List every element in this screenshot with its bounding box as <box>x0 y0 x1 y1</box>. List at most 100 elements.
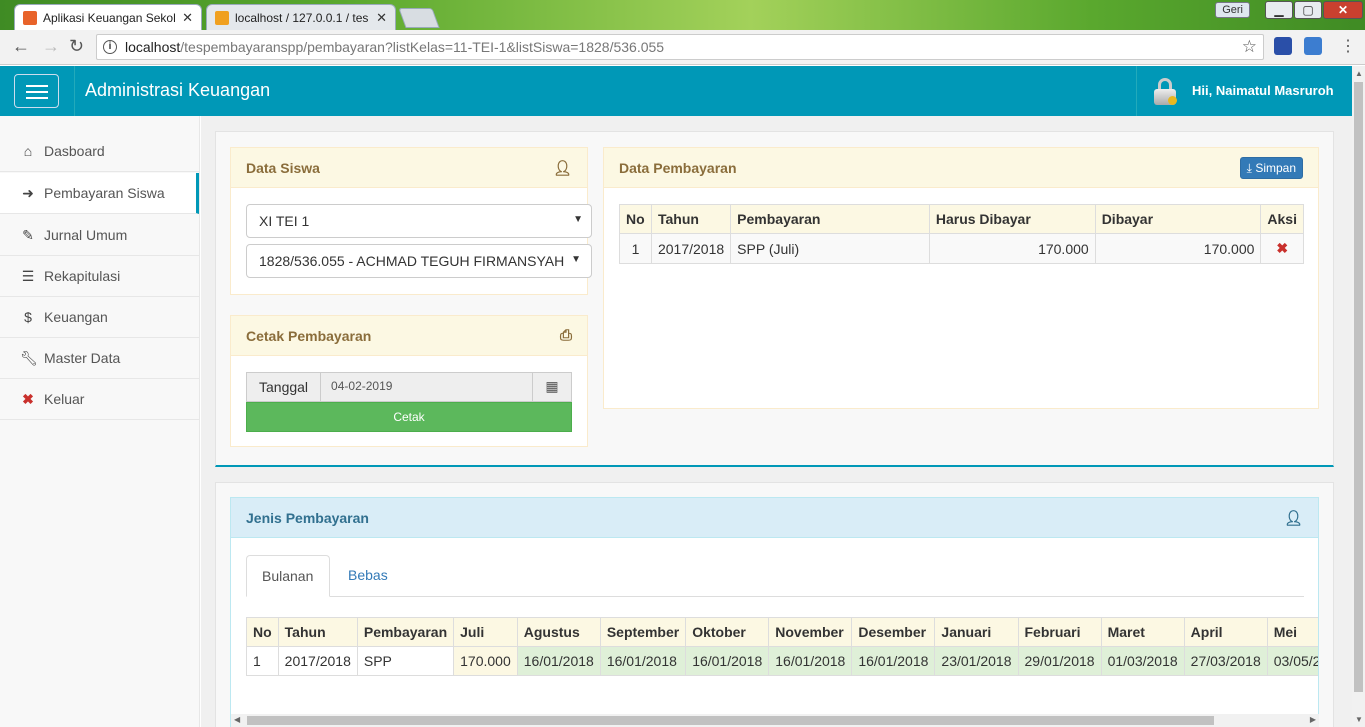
cell-agustus: 16/01/2018 <box>516 646 601 676</box>
table-row: 1 2017/2018 SPP (Juli) 170.000 170.000 ✖ <box>619 233 1304 264</box>
sidebar-item-keluar[interactable]: ✖ Keluar <box>0 379 199 420</box>
sidebar-item-dasboard[interactable]: ⌂ Dasboard <box>0 131 199 172</box>
tab-close-icon[interactable]: ✕ <box>182 10 193 26</box>
address-bar[interactable]: i localhost/tespembayaranspp/pembayaran?… <box>96 34 1264 60</box>
print-icon[interactable]: ⎙ <box>560 327 572 344</box>
panel-title: Data Pembayaran <box>619 160 737 176</box>
browser-toolbar: ← → ↻ i localhost/tespembayaranspp/pemba… <box>0 30 1365 65</box>
simpan-label: Simpan <box>1255 161 1296 175</box>
tab-label: Bulanan <box>262 568 314 584</box>
browser-tab[interactable]: localhost / 127.0.0.1 / tes ✕ <box>206 4 396 30</box>
calendar-icon[interactable]: ▦ <box>532 372 572 402</box>
kelas-select[interactable]: XI TEI 1 ▼ <box>246 204 592 238</box>
tab-title: localhost / 127.0.0.1 / tes <box>235 10 369 25</box>
minimize-icon[interactable]: ▁ <box>1265 1 1293 19</box>
pma-favicon-icon <box>215 10 229 25</box>
panel-heading: Cetak Pembayaran ⎙ <box>231 316 587 356</box>
browser-titlebar: Aplikasi Keuangan Sekola ✕ localhost / 1… <box>0 0 1365 30</box>
bookmark-star-icon[interactable]: ☆ <box>1242 37 1257 57</box>
siswa-select[interactable]: 1828/536.055 - ACHMAD TEGUH FIRMANSYAH ▼ <box>246 244 592 278</box>
browser-tab-active[interactable]: Aplikasi Keuangan Sekola ✕ <box>14 4 202 30</box>
column-header: Aksi <box>1260 204 1304 234</box>
cell-juli[interactable]: 170.000 <box>453 646 518 676</box>
tab-close-icon[interactable]: ✕ <box>376 10 387 26</box>
column-header: September <box>599 617 687 647</box>
pembayaran-table: No Tahun Pembayaran Harus Dibayar Dibaya… <box>619 204 1304 264</box>
tab-bebas[interactable]: Bebas <box>333 555 403 597</box>
sidebar-item-label: Keluar <box>44 391 85 407</box>
back-icon[interactable]: ← <box>12 36 30 57</box>
wrench-icon: 🔧︎ <box>20 349 38 366</box>
tab-bulanan[interactable]: Bulanan <box>246 555 330 597</box>
column-header: November <box>768 617 853 647</box>
sidebar-item-label: Jurnal Umum <box>44 227 128 243</box>
simpan-button[interactable]: ⤓ Simpan <box>1239 157 1303 179</box>
cell-maret: 01/03/2018 <box>1100 646 1185 676</box>
url-path: /tespembayaranspp/pembayaran?listKelas=1… <box>180 39 665 55</box>
panel-heading: Jenis Pembayaran 👤︎ <box>231 498 1318 538</box>
forward-icon[interactable]: → <box>42 36 60 57</box>
cell-no: 1 <box>246 646 279 676</box>
new-tab-button[interactable] <box>398 8 440 28</box>
cell-harus-dibayar: 170.000 <box>928 233 1096 264</box>
profile-badge[interactable]: Geri <box>1215 2 1250 18</box>
user-icon: 👤︎ <box>1283 510 1303 527</box>
sidebar-item-label: Dasboard <box>44 143 105 159</box>
sidebar-item-keuangan[interactable]: $ Keuangan <box>0 297 199 338</box>
tanggal-input[interactable]: 04-02-2019 <box>321 372 532 402</box>
url-host: localhost <box>125 39 181 55</box>
cetak-button[interactable]: Cetak <box>246 402 572 432</box>
panel-title: Data Siswa <box>246 160 320 176</box>
cell-mei: 03/05/2018 <box>1266 646 1318 676</box>
table-horizontal-scrollbar[interactable]: ◀ ▶ <box>231 714 1319 727</box>
extension-icon[interactable] <box>1304 37 1322 55</box>
scroll-down-icon[interactable]: ▼ <box>1355 715 1363 724</box>
menu-toggle-button[interactable] <box>14 74 59 108</box>
sidebar-item-pembayaran-siswa[interactable]: ➜ Pembayaran Siswa <box>0 173 199 214</box>
window-close-icon[interactable]: ✕ <box>1323 1 1363 19</box>
data-siswa-panel: Data Siswa 👤︎ XI TEI 1 ▼ 1828/536.055 - … <box>230 147 592 295</box>
column-header: Pembayaran <box>356 617 455 647</box>
table-header-row: No Tahun Pembayaran Harus Dibayar Dibaya… <box>619 204 1304 234</box>
scroll-up-icon[interactable]: ▲ <box>1355 69 1363 78</box>
extension-icon[interactable] <box>1274 37 1292 55</box>
maximize-icon[interactable]: ▢ <box>1294 1 1322 19</box>
user-greeting[interactable]: Hii, Naimatul Masruroh <box>1192 83 1334 98</box>
scroll-left-icon[interactable]: ◀ <box>234 715 240 724</box>
app-header: Administrasi Keuangan Hii, Naimatul Masr… <box>0 66 1352 116</box>
list-icon: ☰ <box>21 267 35 284</box>
sidebar-item-rekapitulasi[interactable]: ☰ Rekapitulasi <box>0 256 199 297</box>
panel-heading: Data Siswa 👤︎ <box>231 148 587 188</box>
brand-title: Administrasi Keuangan <box>85 80 271 100</box>
home-icon: ⌂ <box>23 143 33 159</box>
kelas-value: XI TEI 1 <box>259 213 310 229</box>
sign-in-icon: ➜ <box>22 184 34 201</box>
cetak-pembayaran-panel: Cetak Pembayaran ⎙ Tanggal 04-02-2019 ▦ … <box>230 315 588 447</box>
panel-heading: Data Pembayaran ⤓ Simpan <box>604 148 1318 188</box>
cell-pembayaran: SPP (Juli) <box>730 233 930 264</box>
info-icon[interactable]: i <box>103 40 117 54</box>
sidebar-item-jurnal-umum[interactable]: ✎ Jurnal Umum <box>0 215 199 256</box>
pencil-icon: ✎ <box>22 226 34 243</box>
browser-menu-icon[interactable]: ⋮ <box>1340 36 1356 56</box>
column-header: No <box>619 204 652 234</box>
jenis-pembayaran-panel: Jenis Pembayaran 👤︎ Bulanan Bebas No Tah… <box>230 497 1319 727</box>
table-header-row: No Tahun Pembayaran Juli Agustus Septemb… <box>246 617 1318 647</box>
sidebar-item-master-data[interactable]: 🔧︎ Master Data <box>0 338 199 379</box>
cell-januari: 23/01/2018 <box>934 646 1019 676</box>
panel-title: Jenis Pembayaran <box>246 510 369 526</box>
cell-oktober: 16/01/2018 <box>685 646 770 676</box>
reload-icon[interactable]: ↻ <box>69 36 84 57</box>
chevron-down-icon: ▼ <box>571 254 581 265</box>
scroll-right-icon[interactable]: ▶ <box>1310 715 1316 724</box>
cell-tahun: 2017/2018 <box>650 233 732 264</box>
tanggal-input-group: Tanggal 04-02-2019 ▦ <box>246 372 572 402</box>
cell-desember: 16/01/2018 <box>851 646 936 676</box>
page-scrollbar[interactable]: ▲ ▼ <box>1352 66 1365 727</box>
tab-label: Bebas <box>348 567 388 583</box>
delete-icon[interactable]: ✖ <box>1260 233 1304 264</box>
cell-september: 16/01/2018 <box>599 646 687 676</box>
column-header: Harus Dibayar <box>928 204 1096 234</box>
column-header: Tahun <box>650 204 732 234</box>
cell-tahun: 2017/2018 <box>277 646 358 676</box>
